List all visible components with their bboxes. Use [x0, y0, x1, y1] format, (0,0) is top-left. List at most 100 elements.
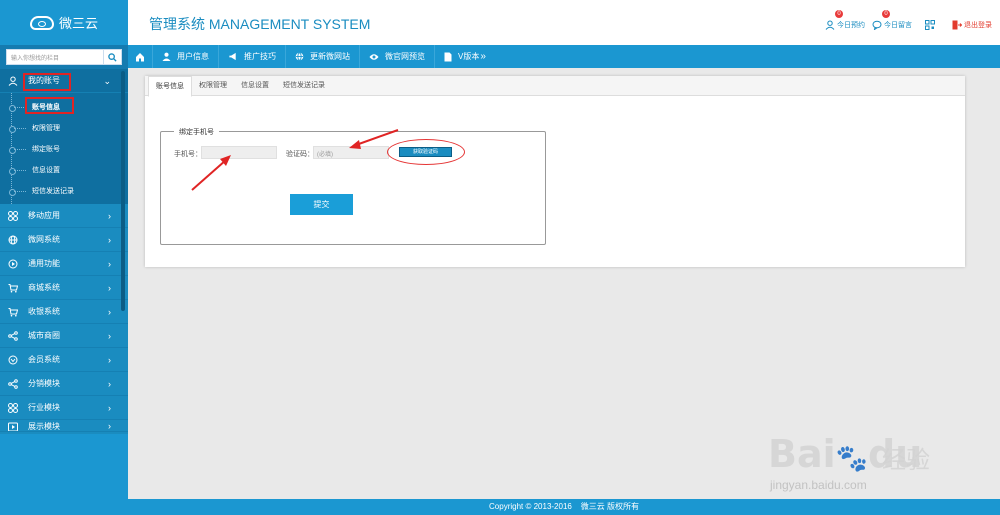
sidebar-item-account-info[interactable]: 账号信息: [0, 96, 128, 117]
sidebar-group-label: 微网系统: [28, 235, 60, 244]
qrcode-icon: [925, 20, 935, 30]
chevron-right-icon: ›: [108, 331, 111, 341]
nav-label: 推广技巧: [244, 52, 276, 61]
tab-account-info[interactable]: 账号信息: [148, 76, 192, 97]
phone-input[interactable]: [201, 146, 277, 159]
sidebar-group-label: 分销模块: [28, 379, 60, 388]
messages-label: 今日留言: [884, 22, 912, 29]
sidebar-item-bind-account[interactable]: 绑定账号: [0, 138, 128, 159]
share-icon: [7, 330, 19, 342]
nav-promotion-tips[interactable]: 推广技巧: [219, 45, 286, 68]
appointments-badge: 0: [835, 10, 843, 18]
home-icon: [136, 52, 144, 61]
search-input[interactable]: 输入你想找的栏目: [6, 49, 104, 65]
app-logo[interactable]: 微三云: [0, 0, 136, 45]
company-text: 微三云 版权所有: [580, 502, 639, 511]
grid-icon: [7, 210, 19, 222]
chevron-right-icon: ›: [108, 307, 111, 317]
sidebar-item-sms-log[interactable]: 短信发送记录: [0, 180, 128, 201]
chevron-right-icon: ›: [108, 283, 111, 293]
chevron-right-icon: ›: [108, 403, 111, 413]
sidebar-group-city-business[interactable]: 城市商圈 ›: [0, 324, 128, 348]
logout-label: 退出登录: [964, 22, 992, 29]
appointments-label: 今日预约: [837, 22, 865, 29]
grid-icon: [7, 402, 19, 414]
eye-icon: [369, 53, 379, 60]
sidebar-group-mall[interactable]: 商城系统 ›: [0, 276, 128, 300]
code-input[interactable]: (必填): [313, 146, 389, 159]
nav-version[interactable]: V版本 »: [435, 45, 495, 68]
submit-button[interactable]: 提交: [290, 194, 353, 215]
watermark-brand: Bai🐾du: [768, 432, 923, 476]
sidebar-group-label: 城市商圈: [28, 331, 60, 340]
bind-phone-fieldset: 绑定手机号 手机号： 验证码： (必填) 获取验证码 提交: [160, 127, 546, 245]
nav-update-site[interactable]: 更新微网站: [286, 45, 360, 68]
watermark-url: jingyan.baidu.com: [770, 478, 867, 492]
play-icon: [7, 421, 19, 431]
sidebar-item-permissions[interactable]: 权限管理: [0, 117, 128, 138]
today-appointments[interactable]: 0 今日预约: [825, 10, 865, 30]
top-header: 管理系统 MANAGEMENT SYSTEM 0 今日预约 0 今日留言 退出登…: [128, 0, 1000, 45]
sidebar-group-label: 通用功能: [28, 259, 60, 268]
messages-badge: 0: [882, 10, 890, 18]
qrcode-button[interactable]: [925, 20, 935, 30]
chevron-right-icon: ›: [108, 355, 111, 365]
home-button[interactable]: [128, 45, 153, 68]
chevron-down-icon: ⌄: [103, 76, 111, 86]
tab-sms-log[interactable]: 短信发送记录: [276, 76, 332, 95]
footer: Copyright © 2013-2016 微三云 版权所有: [128, 499, 1000, 515]
cloud-logo-icon: [29, 15, 54, 30]
content-panel: 账号信息 权限管理 信息设置 短信发送记录 绑定手机号 手机号： 验证码： (必…: [145, 76, 965, 267]
cart-icon: [7, 306, 19, 318]
copyright-text: Copyright © 2013-2016: [489, 502, 572, 511]
play-icon: [7, 258, 19, 270]
today-messages[interactable]: 0 今日留言: [872, 10, 912, 30]
sidebar-group-label: 商城系统: [28, 283, 60, 292]
sidebar-group-mobile-apps[interactable]: 移动应用 ›: [0, 204, 128, 228]
sidebar-group-label: 会员系统: [28, 355, 60, 364]
logout-button[interactable]: 退出登录: [952, 20, 992, 30]
chevron-right-icon: ›: [108, 379, 111, 389]
watermark-cn: 经验: [882, 447, 930, 474]
fieldset-legend: 绑定手机号: [174, 127, 219, 137]
tab-permissions[interactable]: 权限管理: [192, 76, 234, 95]
chat-icon: [872, 20, 882, 30]
sidebar-group-my-account[interactable]: 我的账号 ⌄: [0, 69, 128, 93]
sidebar-group-label: 行业模块: [28, 403, 60, 412]
user-icon: [825, 20, 835, 30]
sidebar-group-cashier[interactable]: 收银系统 ›: [0, 300, 128, 324]
chevron-right-icon: ›: [108, 259, 111, 269]
cart-icon: [7, 282, 19, 294]
sidebar-group-membership[interactable]: 会员系统 ›: [0, 348, 128, 372]
tab-info-settings[interactable]: 信息设置: [234, 76, 276, 95]
sidebar-menu: 我的账号 ⌄ 账号信息 权限管理 绑定账号 信息设置 短信发送记录 移动应用 ›…: [0, 69, 128, 432]
nav-user-info[interactable]: 用户信息: [153, 45, 219, 68]
search-button[interactable]: [104, 49, 122, 65]
logout-icon: [952, 20, 962, 30]
nav-site-preview[interactable]: 微官网预览: [360, 45, 435, 68]
chevron-right-icon: ›: [108, 421, 111, 431]
sidebar-group-label: 我的账号: [28, 76, 60, 85]
globe-icon: [295, 52, 304, 61]
double-chevron-right-icon: »: [480, 51, 486, 62]
sidebar-group-common-functions[interactable]: 通用功能 ›: [0, 252, 128, 276]
sidebar-scrollbar[interactable]: [121, 71, 125, 311]
nav-label: 微官网预览: [385, 52, 425, 61]
sidebar-footer-area: [0, 434, 128, 515]
sidebar-item-info-settings[interactable]: 信息设置: [0, 159, 128, 180]
document-icon: [444, 52, 452, 61]
account-submenu: 账号信息 权限管理 绑定账号 信息设置 短信发送记录: [0, 93, 128, 204]
sidebar-group-display[interactable]: 展示模块 ›: [0, 420, 128, 432]
search-icon: [108, 52, 117, 62]
sidebar-group-label: 收银系统: [28, 307, 60, 316]
sidebar-group-distribution[interactable]: 分销模块 ›: [0, 372, 128, 396]
sidebar-group-micro-web[interactable]: 微网系统 ›: [0, 228, 128, 252]
sidebar-search: 输入你想找的栏目: [0, 45, 128, 69]
share-icon: [7, 378, 19, 390]
user-icon: [7, 75, 19, 87]
sidebar-group-label: 移动应用: [28, 211, 60, 220]
annotation-oval-get-code: [387, 139, 465, 165]
sidebar-group-industry[interactable]: 行业模块 ›: [0, 396, 128, 420]
megaphone-icon: [229, 52, 236, 61]
code-label: 验证码：: [286, 151, 314, 158]
